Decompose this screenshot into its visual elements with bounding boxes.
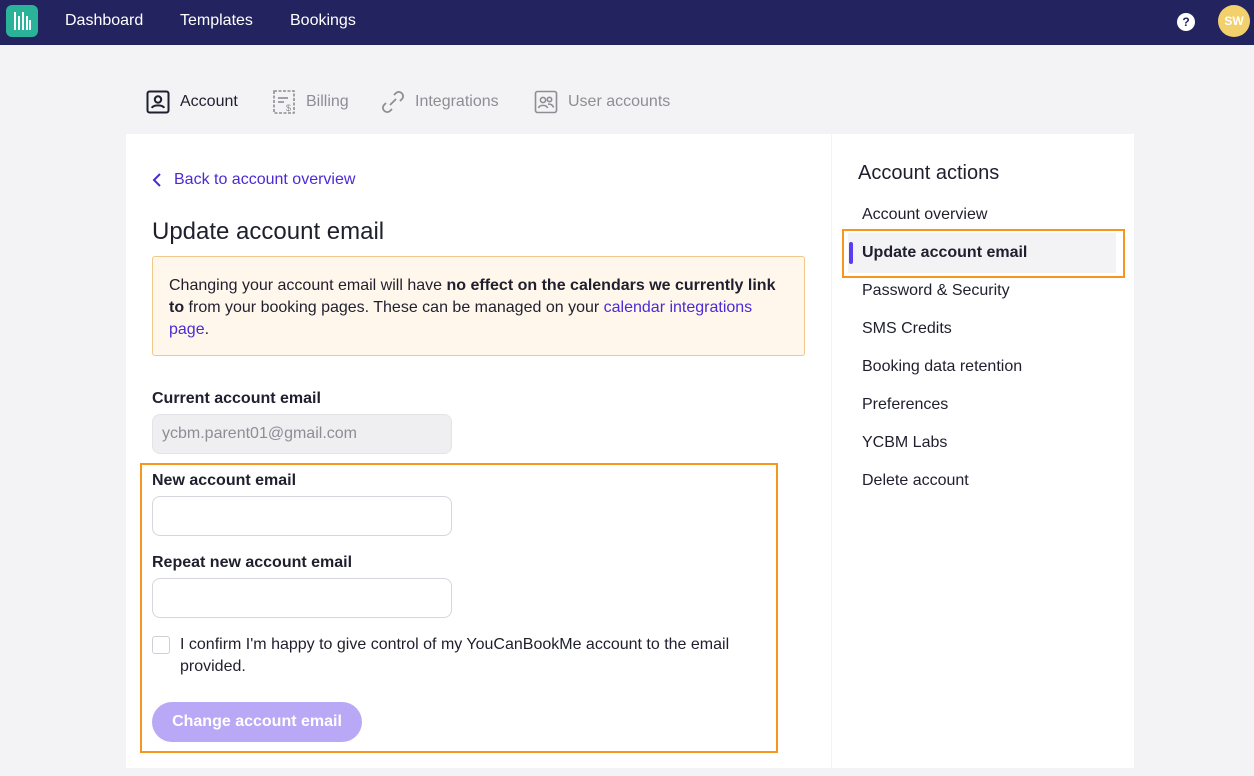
nav-dashboard[interactable]: Dashboard — [65, 12, 143, 30]
top-navigation-bar: Dashboard Templates Bookings ? SW — [0, 0, 1254, 45]
tab-billing[interactable]: $ Billing — [272, 88, 349, 116]
confirm-text: I confirm I'm happy to give control of m… — [180, 636, 730, 675]
current-email-field — [152, 414, 452, 454]
repeat-email-label: Repeat new account email — [152, 554, 353, 571]
tab-billing-label: Billing — [306, 93, 349, 110]
tab-account-label: Account — [180, 93, 238, 110]
repeat-email-field[interactable] — [152, 578, 452, 618]
confirm-checkbox[interactable] — [152, 636, 170, 654]
billing-icon: $ — [273, 90, 295, 114]
account-icon — [146, 90, 170, 114]
chevron-left-icon — [152, 173, 161, 187]
change-email-button[interactable]: Change account email — [152, 702, 362, 742]
side-highlight — [842, 229, 1125, 278]
nav-bookings[interactable]: Bookings — [290, 12, 356, 30]
side-item-sms-credits[interactable]: SMS Credits — [862, 320, 952, 338]
new-email-field[interactable] — [152, 496, 452, 536]
tab-user-accounts-label: User accounts — [568, 93, 671, 110]
help-icon[interactable]: ? — [1177, 13, 1195, 31]
account-actions-title: Account actions — [858, 162, 1000, 184]
info-notice: Changing your account email will have no… — [152, 256, 805, 356]
side-item-password-security[interactable]: Password & Security — [862, 282, 1010, 300]
notice-text-1: Changing your account email will have — [169, 277, 447, 294]
back-link-label: Back to account overview — [174, 171, 356, 188]
side-item-ycbm-labs[interactable]: YCBM Labs — [862, 434, 947, 452]
notice-text-3: . — [204, 321, 210, 338]
tab-integrations-label: Integrations — [415, 93, 499, 110]
side-item-preferences[interactable]: Preferences — [862, 396, 948, 414]
ycbm-logo-icon[interactable] — [6, 5, 38, 37]
avatar[interactable]: SW — [1218, 5, 1250, 37]
side-item-delete-account[interactable]: Delete account — [862, 472, 969, 490]
back-to-overview-link[interactable]: Back to account overview — [152, 171, 355, 189]
user-accounts-icon — [534, 90, 558, 114]
tab-user-accounts[interactable]: User accounts — [534, 88, 670, 116]
new-email-label: New account email — [152, 472, 297, 489]
current-email-label: Current account email — [152, 390, 321, 407]
side-item-account-overview[interactable]: Account overview — [862, 206, 987, 224]
nav-templates[interactable]: Templates — [180, 12, 253, 30]
svg-text:$: $ — [286, 103, 291, 113]
tab-integrations[interactable]: Integrations — [381, 88, 499, 116]
side-item-booking-data-retention[interactable]: Booking data retention — [862, 358, 1022, 376]
notice-text-2: from your booking pages. These can be ma… — [184, 299, 604, 316]
page-title: Update account email — [152, 218, 385, 245]
tab-account[interactable]: Account — [146, 88, 238, 116]
integrations-icon — [381, 90, 405, 114]
